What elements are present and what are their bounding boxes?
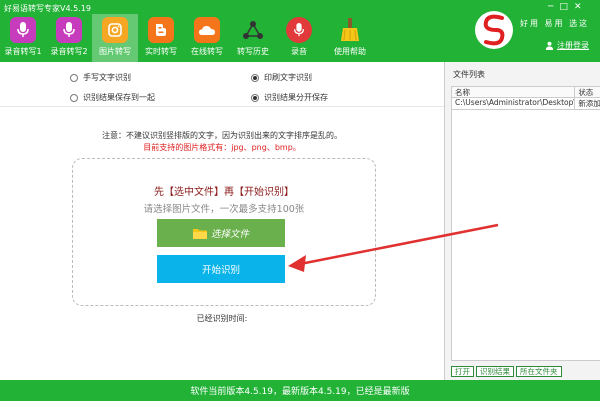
radio-handwriting[interactable] xyxy=(70,73,78,82)
open-folder-button[interactable]: 所在文件夹 xyxy=(516,366,562,377)
login-label: 注册登录 xyxy=(557,41,589,50)
elapsed-time-label: 已经识别时间: xyxy=(196,314,248,323)
blogger-icon xyxy=(148,17,174,43)
user-icon xyxy=(545,41,554,50)
camera-icon xyxy=(102,17,128,43)
brand-slogan: 好用 易用 选这 xyxy=(520,19,590,28)
file-list-header: 名称 状态 xyxy=(452,87,600,98)
column-status[interactable]: 状态 xyxy=(575,87,600,97)
tool-online-transcribe[interactable]: 在线转写 xyxy=(184,14,230,62)
result-button[interactable]: 识别结果 xyxy=(476,366,514,377)
file-list-actions: 打开 识别结果 所在文件夹 xyxy=(451,366,562,377)
register-login-button[interactable]: 注册登录 xyxy=(545,40,589,51)
tool-label: 使用帮助 xyxy=(334,47,366,56)
maximize-button[interactable]: □ xyxy=(559,2,568,12)
supported-formats-text: 目前支持的图片格式有：jpg、png、bmp。 xyxy=(143,143,301,152)
option-handwriting[interactable]: 手写文字识别 xyxy=(70,72,131,83)
main-toolbar: 录音转写1 录音转写2 图片转写 实时转写 在线转写 转写历史 录音 使用帮助 xyxy=(0,14,378,62)
brand-logo-icon xyxy=(474,8,514,52)
dropzone-title: 先【选中文件】再【开始识别】 xyxy=(154,187,294,198)
dropzone-subtitle: 请选择图片文件，一次最多支持100张 xyxy=(143,204,305,215)
microphone-icon xyxy=(56,17,82,43)
tool-transcribe-history[interactable]: 转写历史 xyxy=(230,14,276,62)
app-title: 好易语转写专家V4.5.19 xyxy=(4,4,91,13)
tool-label: 录音转写2 xyxy=(50,47,88,56)
network-icon xyxy=(240,17,266,43)
tool-realtime-transcribe[interactable]: 实时转写 xyxy=(138,14,184,62)
option-label: 识别结果保存到一起 xyxy=(83,93,155,102)
radio-save-separate[interactable] xyxy=(251,93,259,102)
option-printed[interactable]: 印刷文字识别 xyxy=(251,72,312,83)
select-file-button[interactable]: 选择文件 xyxy=(157,219,285,247)
minimize-button[interactable]: ─ xyxy=(548,2,553,12)
option-save-together[interactable]: 识别结果保存到一起 xyxy=(70,92,155,103)
microphone-icon xyxy=(286,17,312,43)
broom-icon xyxy=(337,17,363,43)
radio-save-together[interactable] xyxy=(70,93,78,102)
window-controls: ─ □ ✕ xyxy=(548,2,581,12)
option-label: 识别结果分开保存 xyxy=(264,93,328,102)
option-label: 印刷文字识别 xyxy=(264,73,312,82)
cloud-icon xyxy=(194,17,220,43)
tool-image-transcribe[interactable]: 图片转写 xyxy=(92,14,138,62)
open-button[interactable]: 打开 xyxy=(451,366,474,377)
tool-label: 转写历史 xyxy=(237,47,269,56)
tool-label: 录音转写1 xyxy=(4,47,42,56)
tool-label: 在线转写 xyxy=(191,47,223,56)
tool-record[interactable]: 录音 xyxy=(276,14,322,62)
file-status-cell: 新添加 xyxy=(578,99,600,108)
file-list-title: 文件列表 xyxy=(453,70,485,79)
radio-printed[interactable] xyxy=(251,73,259,82)
microphone-icon xyxy=(10,17,36,43)
tool-record-transcribe-1[interactable]: 录音转写1 xyxy=(0,14,46,62)
file-list-table[interactable]: 名称 状态 C:\Users\Administrator\Desktop\ 新添… xyxy=(451,86,600,361)
folder-icon xyxy=(192,228,207,239)
file-list-panel: 文件列表 名称 状态 C:\Users\Administrator\Deskto… xyxy=(444,62,600,380)
tool-label: 图片转写 xyxy=(99,47,131,56)
file-name-cell: C:\Users\Administrator\Desktop\ xyxy=(452,98,576,109)
tool-label: 录音 xyxy=(291,47,307,56)
close-button[interactable]: ✕ xyxy=(574,2,582,12)
options-area: 手写文字识别 印刷文字识别 识别结果保存到一起 识别结果分开保存 xyxy=(0,62,444,107)
tool-label: 实时转写 xyxy=(145,47,177,56)
select-file-label: 选择文件 xyxy=(210,229,249,240)
status-bar: 软件当前版本4.5.19，最新版本4.5.19，已经是最新版 xyxy=(0,380,600,401)
header-bar: 好易语转写专家V4.5.19 ─ □ ✕ 录音转写1 录音转写2 图片转写 实时… xyxy=(0,0,600,62)
option-label: 手写文字识别 xyxy=(83,73,131,82)
start-recognition-button[interactable]: 开始识别 xyxy=(157,255,285,283)
main-panel: 手写文字识别 印刷文字识别 识别结果保存到一起 识别结果分开保存 注意：不建议识… xyxy=(0,62,444,380)
file-drop-zone[interactable]: 先【选中文件】再【开始识别】 请选择图片文件，一次最多支持100张 选择文件 开… xyxy=(72,158,376,306)
notice-text: 注意：不建议识别竖排版的文字，因为识别出来的文字排序是乱的。 xyxy=(102,131,342,140)
column-name[interactable]: 名称 xyxy=(452,87,576,97)
tool-record-transcribe-2[interactable]: 录音转写2 xyxy=(46,14,92,62)
tool-help[interactable]: 使用帮助 xyxy=(322,14,378,62)
option-save-separate[interactable]: 识别结果分开保存 xyxy=(251,92,328,103)
table-row[interactable]: C:\Users\Administrator\Desktop\ 新添加 xyxy=(452,98,600,110)
